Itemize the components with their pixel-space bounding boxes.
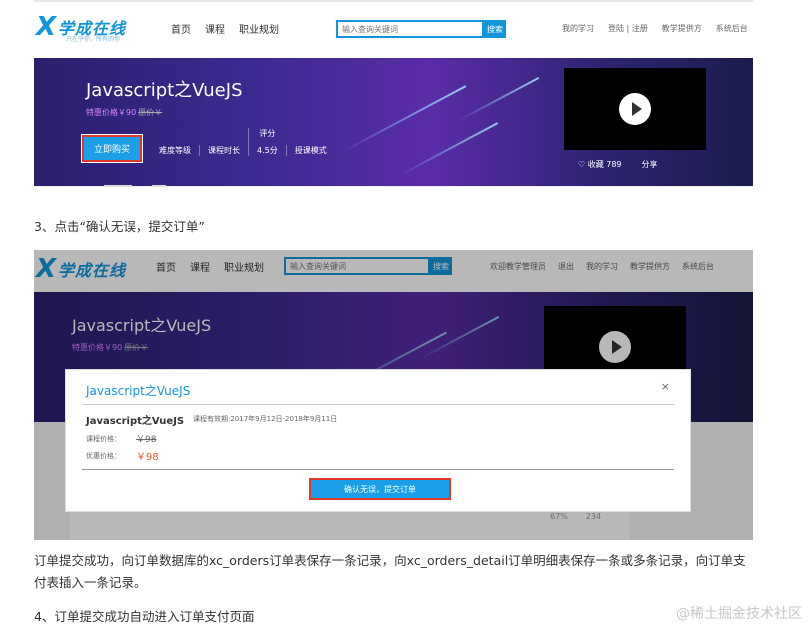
order-course-name: Javascript之VueJS: [86, 416, 185, 427]
decor-streak: [399, 122, 499, 176]
course-price: 特惠价格￥90 原价￥: [86, 107, 162, 118]
site-logo[interactable]: X 学成在线 只在乎你，所有的你: [36, 12, 126, 43]
nav-login-register[interactable]: 登陆 | 注册: [608, 23, 648, 34]
nav-teaching-provider[interactable]: 教学提供方: [662, 23, 702, 34]
favorite-count[interactable]: ♡ 收藏 789: [578, 159, 622, 170]
tab-strip: [34, 185, 753, 204]
meta-teaching-mode: 授课模式: [285, 145, 335, 156]
search-bar: 搜索: [336, 20, 506, 38]
course-title: Javascript之VueJS: [86, 80, 243, 101]
screenshot-course-page: X 学成在线 只在乎你，所有的你 首页 课程 职业规划 搜索 我的学习 登陆 |…: [34, 0, 753, 204]
order-confirm-dialog: Javascript之VueJS × Javascript之VueJS 课程有效…: [65, 369, 691, 512]
discount-label: 优惠价格：: [86, 452, 121, 460]
main-nav: 首页 课程 职业规划: [171, 21, 279, 36]
confirm-order-button[interactable]: 确认无误，提交订单: [308, 477, 452, 501]
watermark: @稀土掘金技术社区: [676, 606, 802, 622]
nav-my-learning[interactable]: 我的学习: [562, 23, 594, 34]
video-preview[interactable]: [564, 68, 706, 150]
price-original: 原价￥: [138, 108, 163, 117]
price-label: 课程价格：: [86, 435, 121, 443]
logo-x-icon: X: [36, 12, 57, 42]
course-validity: 课程有效期:2017年9月12日-2018年9月11日: [193, 415, 338, 423]
search-button[interactable]: 搜索: [484, 20, 506, 38]
price-value: ￥98: [136, 435, 157, 445]
nav-home[interactable]: 首页: [171, 21, 191, 36]
divider: [82, 469, 674, 470]
course-banner: Javascript之VueJS 特惠价格￥90 原价￥ 立即购买 难度等级 课程…: [34, 58, 753, 186]
score-label: 评分: [259, 129, 276, 138]
decor-streak: [458, 76, 540, 122]
nav-career[interactable]: 职业规划: [239, 21, 279, 36]
nav-courses[interactable]: 课程: [205, 21, 225, 36]
result-paragraph: 订单提交成功，向订单数据库的xc_orders订单表保存一条记录，向xc_ord…: [34, 553, 746, 590]
user-nav: 我的学习 登陆 | 注册 教学提供方 系统后台: [562, 23, 748, 34]
score-value: 4.5分: [257, 146, 278, 155]
meta-score: 评分 4.5分: [248, 128, 286, 156]
dialog-title: Javascript之VueJS: [86, 384, 191, 398]
tab-marker: [104, 185, 132, 187]
screenshot-order-confirm: X 学成在线 首页 课程 职业规划 搜索 欢迎教学管理员 退出 我的学习 教学提…: [34, 250, 753, 540]
step-caption-3: 3、点击“确认无误，提交订单”: [34, 219, 205, 234]
video-stats: ♡ 收藏 789 分享: [578, 159, 658, 170]
decor-streak: [341, 85, 467, 153]
tab-marker: [152, 185, 166, 187]
site-header: X 学成在线 只在乎你，所有的你 首页 课程 职业规划 搜索 我的学习 登陆 |…: [34, 2, 753, 58]
close-icon[interactable]: ×: [661, 380, 670, 393]
discount-value: ￥98: [136, 452, 159, 463]
play-icon[interactable]: [619, 93, 651, 125]
buy-now-button[interactable]: 立即购买: [80, 134, 144, 163]
price-discount: 特惠价格￥90: [86, 108, 137, 117]
course-meta: 难度等级 课程时长 评分 4.5分 授课模式: [159, 128, 335, 156]
search-input[interactable]: [336, 20, 484, 38]
divider: [82, 404, 674, 405]
step-caption-4: 4、订单提交成功自动进入订单支付页面: [34, 609, 255, 624]
meta-duration: 课程时长: [199, 145, 248, 156]
share-link[interactable]: 分享: [642, 159, 658, 170]
nav-admin[interactable]: 系统后台: [716, 23, 748, 34]
meta-difficulty: 难度等级: [159, 146, 191, 155]
logo-slogan: 只在乎你，所有的你: [66, 36, 121, 43]
